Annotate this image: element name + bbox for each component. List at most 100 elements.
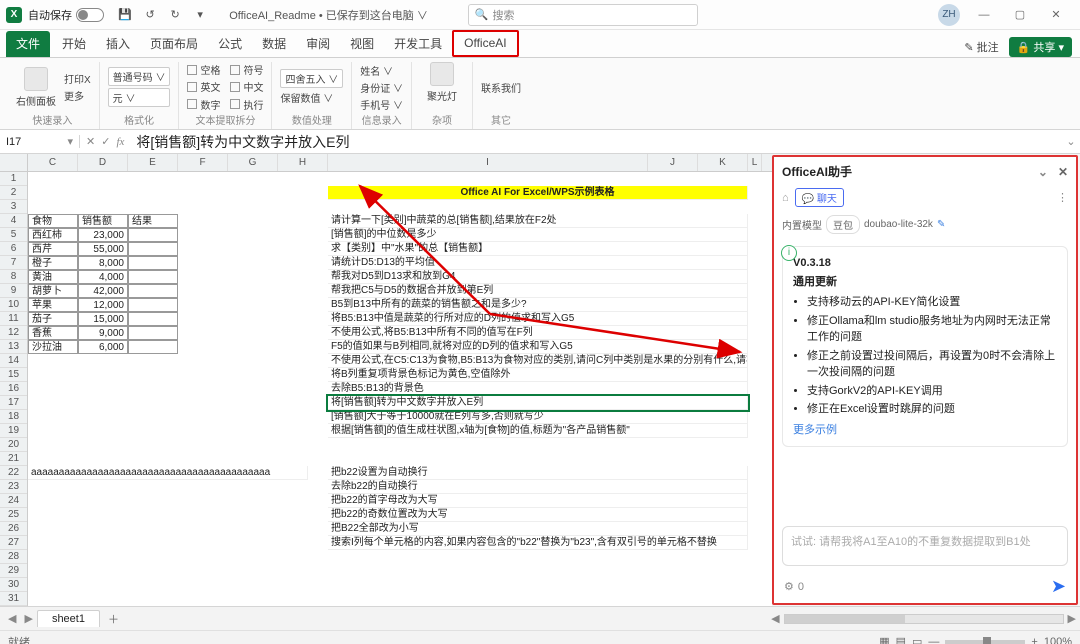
col-header[interactable]: L bbox=[748, 154, 762, 171]
row-header[interactable]: 24 bbox=[0, 494, 27, 508]
cell[interactable]: Office AI For Excel/WPS示例表格 bbox=[328, 186, 748, 200]
cell[interactable]: 55,000 bbox=[78, 242, 128, 256]
panel-menu-icon[interactable]: ⋮ bbox=[1057, 191, 1068, 204]
cell[interactable] bbox=[128, 312, 178, 326]
panel-collapse-icon[interactable]: ⌄ bbox=[1038, 165, 1048, 179]
home-icon[interactable]: ⌂ bbox=[782, 192, 789, 204]
ribbon-item[interactable]: 姓名 ∨ bbox=[360, 63, 403, 78]
cell[interactable]: 西红柿 bbox=[28, 228, 78, 242]
cell[interactable]: F5的值如果与B列相同,就将对应的D列的值求和写入G5 bbox=[328, 340, 748, 354]
chat-tab[interactable]: 💬 聊天 bbox=[795, 188, 844, 207]
row-header[interactable]: 25 bbox=[0, 508, 27, 522]
cell[interactable]: 销售额 bbox=[78, 214, 128, 228]
cell[interactable]: 沙拉油 bbox=[28, 340, 78, 354]
settings-icon[interactable]: ⚙ bbox=[784, 580, 794, 593]
cell[interactable] bbox=[128, 340, 178, 354]
chat-input[interactable]: 试试: 请帮我将A1至A10的不重复数据提取到B1处 bbox=[782, 526, 1068, 566]
zoom-in-icon[interactable]: + bbox=[1031, 636, 1037, 644]
undo-icon[interactable]: ↺ bbox=[140, 5, 160, 25]
row-header[interactable]: 27 bbox=[0, 536, 27, 550]
cell[interactable]: 42,000 bbox=[78, 284, 128, 298]
window-maximize-icon[interactable]: ▢ bbox=[1002, 1, 1038, 29]
col-header[interactable]: K bbox=[698, 154, 748, 171]
cell[interactable]: 将[销售额]转为中文数字并放入E列 bbox=[328, 396, 748, 410]
row-header[interactable]: 1 bbox=[0, 172, 27, 186]
tab-review[interactable]: 审阅 bbox=[296, 31, 340, 57]
row-header[interactable]: 22 bbox=[0, 466, 27, 480]
row-header[interactable]: 15 bbox=[0, 368, 27, 382]
row-header[interactable]: 23 bbox=[0, 480, 27, 494]
name-box[interactable]: I17 ▾ bbox=[0, 135, 80, 148]
cell[interactable] bbox=[128, 326, 178, 340]
col-header[interactable]: F bbox=[178, 154, 228, 171]
col-header[interactable]: I bbox=[328, 154, 648, 171]
cell[interactable]: B5到B13中所有的蔬菜的销售额之和是多少? bbox=[328, 298, 748, 312]
more-examples-link[interactable]: 更多示例 bbox=[793, 422, 1057, 439]
row-header[interactable]: 9 bbox=[0, 284, 27, 298]
cell[interactable]: 苹果 bbox=[28, 298, 78, 312]
cell[interactable]: 黄油 bbox=[28, 270, 78, 284]
col-header[interactable]: C bbox=[28, 154, 78, 171]
row-header[interactable]: 29 bbox=[0, 564, 27, 578]
cell[interactable]: 帮我对D5到D13求和放到G4 bbox=[328, 270, 748, 284]
sheet-nav-prev-icon[interactable]: ◀ bbox=[8, 612, 16, 625]
ribbon-dropdown[interactable]: 四舍五入 ∨ bbox=[280, 69, 343, 88]
col-header[interactable]: G bbox=[228, 154, 278, 171]
edit-model-icon[interactable]: ✎ bbox=[937, 219, 945, 230]
formula-expand-icon[interactable]: ⌄ bbox=[1062, 135, 1080, 148]
cell[interactable] bbox=[128, 284, 178, 298]
spotlight-button[interactable]: 聚光灯 bbox=[420, 62, 464, 103]
cell[interactable]: 搜索I列每个单元格的内容,如果内容包含的"b22"替换为"b23",含有双引号的… bbox=[328, 536, 748, 550]
cell[interactable] bbox=[128, 242, 178, 256]
zoom-slider[interactable] bbox=[945, 640, 1025, 644]
cell[interactable]: 将B列重复项背景色标记为黄色,空值除外 bbox=[328, 368, 748, 382]
save-icon[interactable]: 💾 bbox=[115, 5, 135, 25]
window-minimize-icon[interactable]: — bbox=[966, 1, 1002, 29]
col-header[interactable]: E bbox=[128, 154, 178, 171]
tab-devtools[interactable]: 开发工具 bbox=[384, 31, 452, 57]
cell[interactable] bbox=[128, 298, 178, 312]
select-all-corner[interactable] bbox=[0, 154, 28, 171]
cell[interactable] bbox=[128, 270, 178, 284]
row-header[interactable]: 2 bbox=[0, 186, 27, 200]
sheet-nav-next-icon[interactable]: ▶ bbox=[24, 612, 32, 625]
send-button[interactable]: ➤ bbox=[1051, 576, 1066, 597]
cell[interactable]: 胡萝卜 bbox=[28, 284, 78, 298]
hscroll-left-icon[interactable]: ◀ bbox=[771, 612, 779, 625]
ribbon-item[interactable]: 更多 bbox=[64, 88, 91, 103]
row-header[interactable]: 28 bbox=[0, 550, 27, 564]
contact-us-link[interactable]: 联系我们 bbox=[481, 80, 521, 95]
ribbon-item[interactable]: 打印X bbox=[64, 71, 91, 86]
tab-data[interactable]: 数据 bbox=[252, 31, 296, 57]
row-header[interactable]: 7 bbox=[0, 256, 27, 270]
cell[interactable]: 15,000 bbox=[78, 312, 128, 326]
view-break-icon[interactable]: ▭ bbox=[912, 635, 922, 644]
side-panel-button[interactable]: 右侧面板 bbox=[14, 62, 58, 112]
row-header[interactable]: 13 bbox=[0, 340, 27, 354]
tab-officeai[interactable]: OfficeAI bbox=[452, 30, 518, 57]
cell[interactable]: 4,000 bbox=[78, 270, 128, 284]
formula-input[interactable]: 将[销售额]转为中文数字并放入E列 bbox=[130, 132, 1062, 152]
row-header[interactable]: 10 bbox=[0, 298, 27, 312]
search-box[interactable]: 🔍 搜索 bbox=[468, 4, 698, 26]
cell[interactable]: aaaaaaaaaaaaaaaaaaaaaaaaaaaaaaaaaaaaaaaa… bbox=[28, 466, 308, 480]
row-header[interactable]: 19 bbox=[0, 424, 27, 438]
enter-icon[interactable]: ✓ bbox=[101, 135, 110, 148]
col-header[interactable]: J bbox=[648, 154, 698, 171]
row-header[interactable]: 17 bbox=[0, 396, 27, 410]
tab-view[interactable]: 视图 bbox=[340, 31, 384, 57]
cell[interactable]: 把b22的首字母改为大写 bbox=[328, 494, 748, 508]
cell[interactable]: 23,000 bbox=[78, 228, 128, 242]
row-header[interactable]: 16 bbox=[0, 382, 27, 396]
cell[interactable]: 9,000 bbox=[78, 326, 128, 340]
tab-home[interactable]: 开始 bbox=[52, 31, 96, 57]
checkbox-number[interactable]: 数字 bbox=[187, 97, 220, 112]
cell[interactable]: 根据[销售额]的值生成柱状图,x轴为[食物]的值,标题为"各产品销售额" bbox=[328, 424, 748, 438]
row-header[interactable]: 6 bbox=[0, 242, 27, 256]
checkbox-exec[interactable]: 执行 bbox=[230, 97, 263, 112]
cell[interactable]: 请计算一下[类别]中蔬菜的总[销售额],结果放在F2处 bbox=[328, 214, 748, 228]
cell[interactable]: 把B22全部改为小写 bbox=[328, 522, 748, 536]
cell[interactable] bbox=[128, 228, 178, 242]
share-button[interactable]: 🔒 共享 ▾ bbox=[1009, 37, 1072, 57]
view-normal-icon[interactable]: ▦ bbox=[879, 635, 889, 644]
